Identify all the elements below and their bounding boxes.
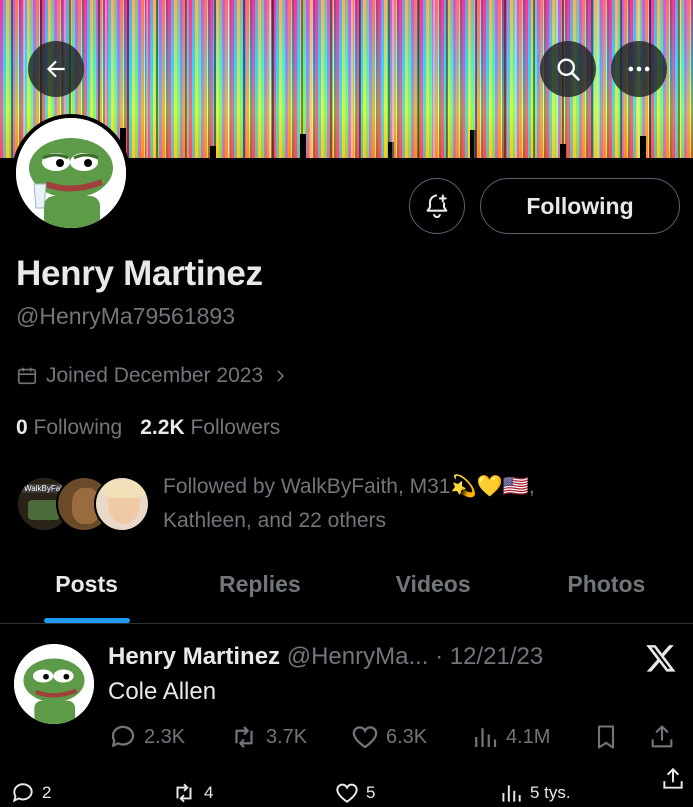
bottom-share-button[interactable]	[660, 766, 686, 792]
reply-icon	[12, 783, 33, 803]
share-icon	[651, 725, 673, 748]
following-count-link[interactable]: 0 Following	[16, 416, 122, 440]
arrow-left-icon	[46, 60, 65, 78]
pepe-frog-avatar-icon	[16, 118, 126, 228]
post-author-avatar[interactable]	[14, 644, 94, 724]
notifications-bell-button[interactable]	[409, 178, 465, 234]
following-button[interactable]: Following	[480, 178, 680, 234]
post-author-name[interactable]: Henry Martinez	[108, 643, 280, 670]
followers-count-link[interactable]: 2.2K Followers	[140, 416, 280, 440]
bottom-action-bar: 2 4 5 5 tys.	[0, 764, 693, 807]
reply-button[interactable]: 2.3K	[108, 722, 185, 752]
post-text: Cole Allen	[108, 678, 217, 705]
profile-tabs: Posts Replies Videos Photos	[0, 562, 693, 624]
heart-icon	[352, 726, 378, 749]
bookmark-button[interactable]	[592, 722, 620, 752]
analytics-bars-icon	[502, 785, 521, 802]
post-header: Henry Martinez @HenryMa... · 12/21/23	[108, 643, 543, 671]
joined-date[interactable]: Joined December 2023	[16, 364, 289, 388]
x-logo-icon	[646, 645, 676, 672]
repost-icon	[235, 726, 253, 748]
tab-photos[interactable]: Photos	[520, 562, 693, 623]
bell-plus-icon	[426, 194, 448, 219]
heart-icon	[336, 783, 358, 803]
analytics-bars-icon	[475, 728, 497, 747]
back-button[interactable]	[28, 41, 84, 97]
tab-replies[interactable]: Replies	[173, 562, 346, 623]
share-button[interactable]	[648, 722, 676, 752]
bookmark-icon	[597, 725, 615, 749]
profile-name: Henry Martinez	[16, 254, 263, 293]
search-button[interactable]	[540, 41, 596, 97]
reply-icon	[111, 725, 135, 747]
profile-avatar[interactable]	[12, 114, 130, 232]
repost-icon	[176, 783, 192, 803]
views-button[interactable]: 4.1M	[470, 722, 550, 752]
active-tab-indicator	[43, 618, 130, 623]
bottom-repost-button[interactable]: 4	[170, 780, 213, 806]
post-handle-date[interactable]: @HenryMa... · 12/21/23	[287, 643, 543, 670]
followed-by-text[interactable]: Followed by WalkByFaith, M31💫💛🇺🇸, Kathle…	[163, 470, 663, 538]
follow-stats: 0 Following 2.2K Followers	[16, 416, 280, 440]
tab-videos[interactable]: Videos	[347, 562, 520, 623]
more-options-button[interactable]	[611, 41, 667, 97]
joined-text: Joined December 2023	[46, 364, 264, 387]
bottom-views-button[interactable]: 5 tys.	[498, 780, 571, 806]
share-icon	[663, 767, 683, 789]
more-dots-icon	[628, 66, 650, 72]
calendar-icon	[17, 367, 37, 385]
search-icon	[557, 58, 580, 81]
profile-handle: @HenryMa79561893	[16, 303, 235, 329]
tab-posts[interactable]: Posts	[0, 562, 173, 623]
bottom-reply-button[interactable]: 2	[10, 780, 51, 806]
follower-avatar-kathleen	[94, 476, 150, 532]
pepe-frog-avatar-icon	[14, 644, 94, 724]
chevron-right-icon	[277, 370, 285, 382]
like-button[interactable]: 6.3K	[350, 722, 427, 752]
repost-button[interactable]: 3.7K	[228, 722, 307, 752]
post-actions: 2.3K 3.7K 6.3K 4.1M	[108, 722, 688, 758]
followed-by-avatars[interactable]: WalkByFaith	[16, 476, 150, 534]
bottom-like-button[interactable]: 5	[334, 780, 375, 806]
